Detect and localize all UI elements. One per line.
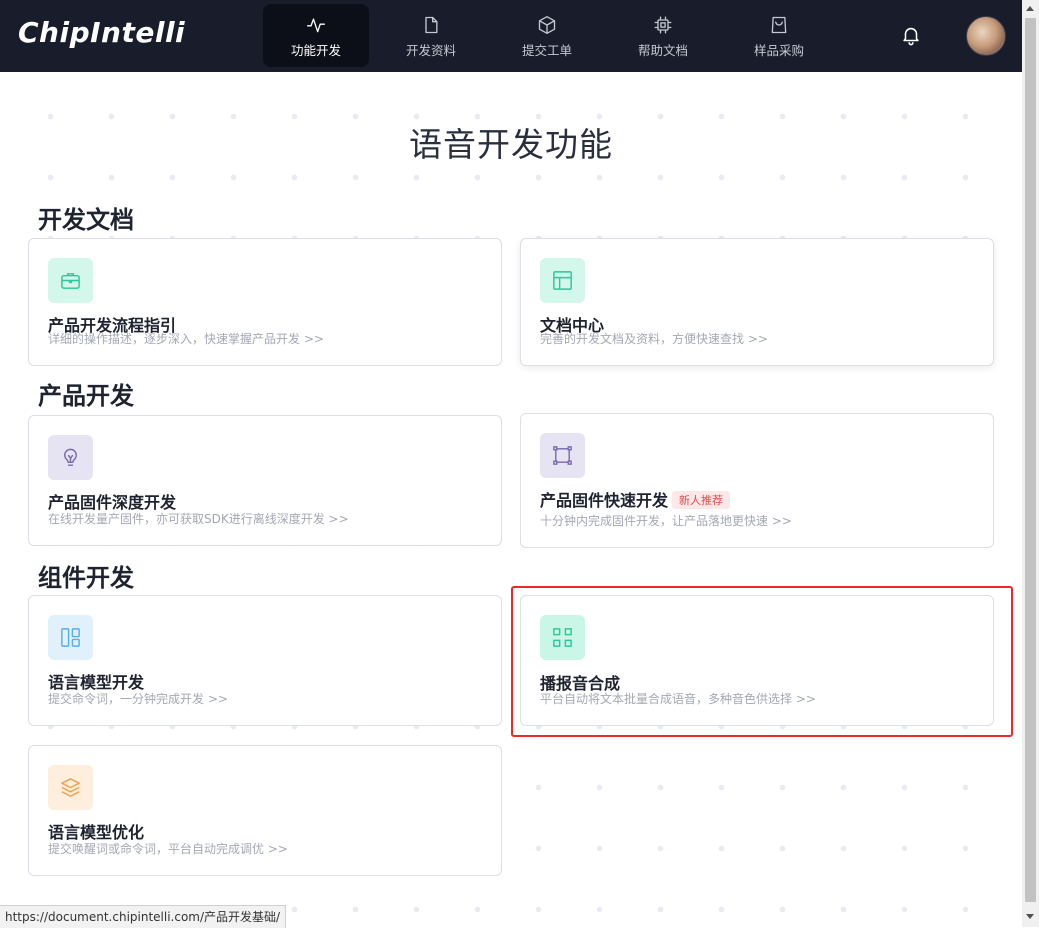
- card-desc: 完善的开发文档及资料，方便快速查找 >>: [540, 332, 768, 346]
- grid-icon: [553, 628, 572, 647]
- shopping-bag-icon: [771, 16, 787, 34]
- card-icon-bg: [48, 765, 93, 810]
- scroll-thumb[interactable]: [1025, 18, 1036, 902]
- card-icon-bg: [48, 435, 93, 480]
- file-icon: [425, 16, 438, 34]
- nav-item-sample-purchase[interactable]: 样品采购: [726, 4, 832, 67]
- nav-label: 帮助文档: [637, 43, 688, 58]
- nav-label: 开发资料: [405, 43, 456, 58]
- card-doc-center[interactable]: 文档中心 完善的开发文档及资料，方便快速查找 >>: [520, 238, 994, 366]
- avatar[interactable]: [966, 16, 1006, 56]
- status-bar-url: https://document.chipintelli.com/产品开发基础/: [0, 905, 287, 928]
- vertical-scrollbar[interactable]: [1022, 0, 1039, 927]
- scroll-down-arrow-icon[interactable]: [1026, 914, 1034, 919]
- chip-icon: [654, 16, 672, 34]
- new-user-recommend-badge: 新人推荐: [672, 491, 731, 509]
- card-language-model-dev[interactable]: 语言模型开发 提交命令词，一分钟完成开发 >>: [28, 595, 502, 726]
- section-title-component-dev: 组件开发: [38, 564, 134, 592]
- layers-icon: [61, 778, 80, 797]
- card-dev-process-guide[interactable]: 产品开发流程指引 详细的操作描述，逐步深入，快速掌握产品开发 >>: [28, 238, 502, 366]
- card-icon-bg: [48, 258, 93, 303]
- card-firmware-deep-dev[interactable]: 产品固件深度开发 在线开发量产固件，亦可获取SDK进行离线深度开发 >>: [28, 415, 502, 546]
- card-desc: 提交唤醒词或命令词，平台自动完成调优 >>: [48, 842, 288, 856]
- briefcase-icon: [61, 273, 80, 289]
- lightbulb-icon: [64, 448, 77, 466]
- card-desc: 十分钟内完成固件开发，让产品落地更快速 >>: [540, 514, 792, 528]
- box-icon: [538, 16, 556, 34]
- bell-icon[interactable]: [900, 24, 922, 46]
- card-firmware-quick-dev[interactable]: 产品固件快速开发 新人推荐 十分钟内完成固件开发，让产品落地更快速 >>: [520, 413, 994, 548]
- card-icon-bg: [540, 615, 585, 660]
- frame-icon: [553, 446, 572, 465]
- section-title-dev-docs: 开发文档: [38, 206, 134, 234]
- columns-icon: [61, 628, 80, 647]
- nav-label: 提交工单: [521, 43, 572, 58]
- card-desc: 提交命令词，一分钟完成开发 >>: [48, 692, 228, 706]
- page-title: 语音开发功能: [409, 125, 613, 164]
- card-voice-synthesis[interactable]: 播报音合成 平台自动将文本批量合成语音，多种音色供选择 >>: [520, 595, 994, 726]
- card-desc: 在线开发量产固件，亦可获取SDK进行离线深度开发 >>: [48, 512, 349, 526]
- card-desc: 平台自动将文本批量合成语音，多种音色供选择 >>: [540, 692, 816, 706]
- scroll-up-arrow-icon[interactable]: [1026, 6, 1034, 11]
- card-icon-bg: [48, 615, 93, 660]
- section-title-product-dev: 产品开发: [38, 382, 134, 410]
- nav-label: 样品采购: [753, 43, 804, 58]
- card-icon-bg: [540, 433, 585, 478]
- card-title-text: 产品固件快速开发: [540, 491, 669, 510]
- nav-label: 功能开发: [290, 43, 341, 58]
- nav-item-help-docs[interactable]: 帮助文档: [610, 4, 716, 67]
- nav-item-feature-dev[interactable]: 功能开发: [263, 4, 369, 67]
- card-title: 产品固件快速开发 新人推荐: [540, 487, 731, 511]
- layout-icon: [553, 271, 572, 290]
- card-language-model-optimize[interactable]: 语言模型优化 提交唤醒词或命令词，平台自动完成调优 >>: [28, 745, 502, 876]
- logo[interactable]: ChipIntelli: [18, 16, 185, 49]
- nav-item-dev-materials[interactable]: 开发资料: [378, 4, 484, 67]
- card-desc: 详细的操作描述，逐步深入，快速掌握产品开发 >>: [48, 332, 324, 346]
- card-icon-bg: [540, 258, 585, 303]
- top-navigation-bar: ChipIntelli 功能开发 开发资料 提交工单 帮助文档 样品采购: [0, 0, 1022, 72]
- nav-item-submit-ticket[interactable]: 提交工单: [494, 4, 600, 67]
- activity-icon: [307, 18, 325, 33]
